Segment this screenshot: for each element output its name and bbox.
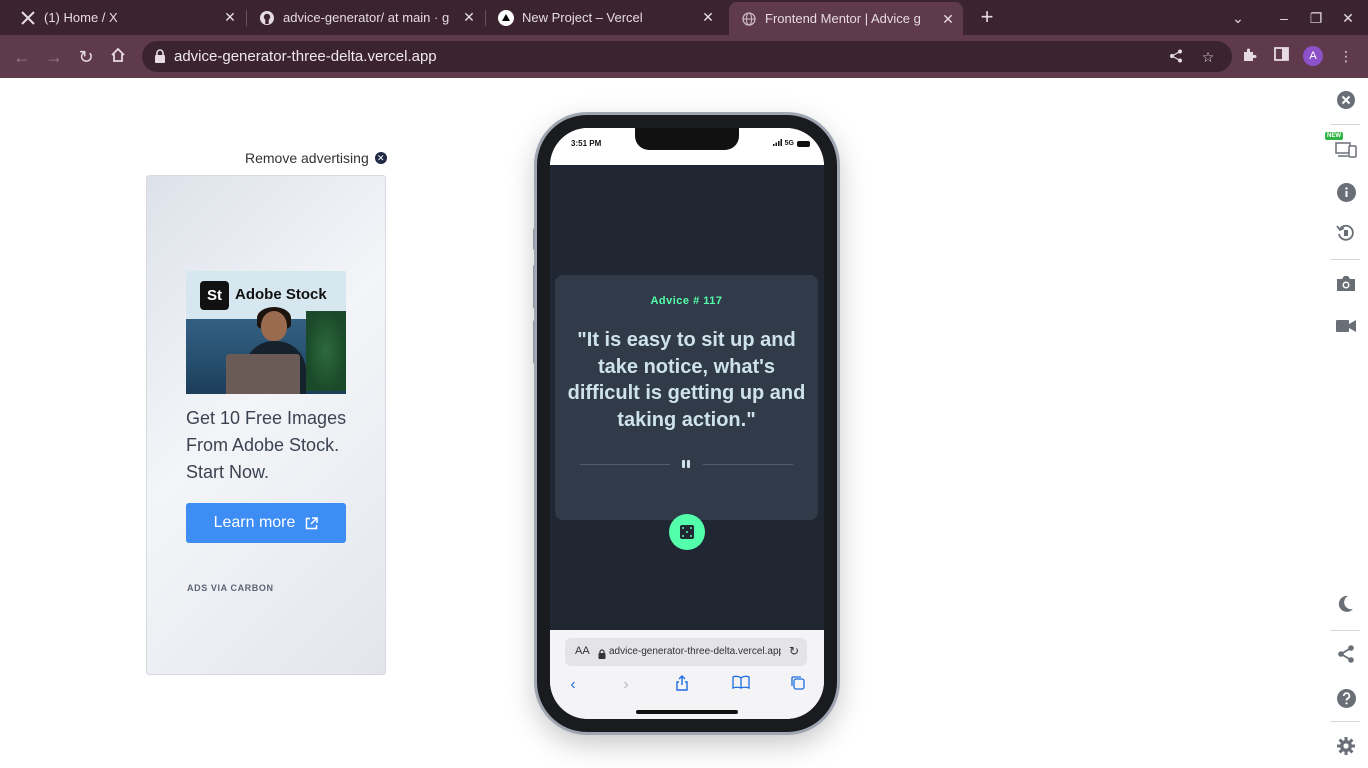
safari-bookmarks-icon[interactable] — [731, 675, 751, 695]
moon-icon[interactable] — [1335, 593, 1357, 615]
status-indicators: 5G — [772, 139, 810, 148]
safari-back-icon[interactable]: ‹ — [563, 675, 583, 695]
minimize-icon[interactable]: – — [1274, 8, 1294, 28]
phone-status-bar: 3:51 PM 5G — [550, 128, 824, 165]
rotate-icon[interactable] — [1335, 222, 1357, 244]
person-head-shape — [261, 311, 287, 341]
home-icon[interactable] — [107, 46, 129, 68]
close-tab-icon[interactable]: ✕ — [941, 12, 955, 26]
sidebar-separator — [1330, 124, 1360, 125]
extensions-icon[interactable] — [1240, 47, 1258, 65]
close-circle-icon: ✕ — [374, 152, 387, 164]
profile-avatar[interactable]: A — [1303, 46, 1323, 66]
url-text: advice-generator-three-delta.vercel.app — [174, 48, 437, 65]
tab-title: (1) Home / X — [44, 10, 118, 25]
browser-toolbar: ← → ↻ advice-generator-three-delta.verce… — [0, 35, 1368, 78]
tab-title: advice-generator/ at main · g — [283, 10, 450, 25]
vercel-icon — [498, 9, 514, 26]
advice-id: Advice # 117 — [650, 295, 723, 307]
browser-menu-icon[interactable]: ⋮ — [1337, 47, 1355, 65]
safari-tabs-icon[interactable] — [788, 675, 808, 695]
info-icon[interactable] — [1335, 181, 1357, 203]
phone-notch — [635, 128, 739, 150]
sidebar-separator — [1330, 630, 1360, 631]
camera-icon[interactable] — [1335, 272, 1357, 294]
safari-url: advice-generator-three-delta.vercel.app — [609, 646, 781, 657]
bookmark-star-icon[interactable]: ☆ — [1200, 49, 1216, 65]
reload-icon[interactable]: ↻ — [75, 46, 97, 68]
sidebar-separator — [1330, 259, 1360, 260]
divider-line-right — [703, 464, 793, 465]
tab-github[interactable]: advice-generator/ at main · g ✕ — [239, 0, 484, 35]
help-icon[interactable] — [1335, 687, 1357, 709]
globe-icon — [741, 11, 757, 27]
network-type: 5G — [784, 140, 794, 147]
advice-quote: "It is easy to sit up and take notice, w… — [567, 329, 806, 431]
back-icon[interactable]: ← — [11, 46, 33, 68]
remove-advertising-link[interactable]: Remove advertising ✕ — [245, 150, 387, 166]
share-page-icon[interactable] — [1168, 49, 1184, 65]
safari-bottom-bar: AA advice-generator-three-delta.vercel.a… — [550, 630, 824, 719]
battery-icon — [797, 140, 810, 147]
pause-icon — [687, 460, 690, 468]
dice-icon — [680, 525, 694, 539]
ads-via-carbon[interactable]: ADS VIA CARBON — [187, 583, 274, 593]
new-tab-icon[interactable]: + — [976, 6, 998, 29]
plant-shape — [306, 311, 346, 391]
learn-more-button[interactable]: Learn more — [186, 503, 346, 543]
advice-app: Advice # 117 "It is easy to sit up and t… — [550, 165, 824, 630]
ad-card[interactable]: St Adobe Stock Get 10 Free Images From A… — [146, 175, 386, 675]
signal-bars-icon — [772, 139, 782, 148]
restore-icon[interactable]: ❐ — [1306, 8, 1326, 28]
reader-aa-button[interactable]: AA — [575, 645, 590, 657]
close-icon[interactable] — [1335, 89, 1357, 111]
tab-x-home[interactable]: (1) Home / X ✕ — [0, 0, 245, 35]
lock-icon — [598, 646, 606, 659]
video-icon[interactable] — [1335, 315, 1357, 337]
safari-share-icon[interactable] — [672, 675, 692, 695]
settings-icon[interactable] — [1335, 735, 1357, 757]
safari-address-bar[interactable]: AA advice-generator-three-delta.vercel.a… — [565, 638, 807, 666]
side-panel-icon[interactable] — [1272, 47, 1290, 65]
status-time: 3:51 PM — [571, 139, 602, 148]
tab-search-icon[interactable]: ⌄ — [1228, 8, 1248, 28]
close-tab-icon[interactable]: ✕ — [223, 10, 237, 24]
tab-title: New Project – Vercel — [522, 10, 643, 25]
pause-icon — [682, 460, 685, 468]
address-bar[interactable]: advice-generator-three-delta.vercel.app … — [142, 41, 1232, 72]
tab-bar: (1) Home / X ✕ advice-generator/ at main… — [0, 0, 1368, 35]
laptop-shape — [226, 354, 300, 394]
remove-advertising-label: Remove advertising — [245, 150, 369, 166]
tab-frontend-mentor[interactable]: Frontend Mentor | Advice g ✕ — [729, 2, 963, 35]
phone-screen: 3:51 PM 5G Advice # 117 "It is easy to s… — [550, 128, 824, 719]
close-tab-icon[interactable]: ✕ — [701, 10, 715, 24]
adobe-stock-brand: Adobe Stock — [235, 286, 327, 303]
pattern-divider — [580, 459, 793, 471]
close-window-icon[interactable]: ✕ — [1338, 8, 1358, 28]
advice-card: Advice # 117 "It is easy to sit up and t… — [555, 275, 818, 520]
forward-icon[interactable]: → — [43, 46, 65, 68]
lock-icon — [154, 49, 166, 63]
tab-vercel[interactable]: New Project – Vercel ✕ — [478, 0, 723, 35]
share-icon[interactable] — [1335, 643, 1357, 665]
close-tab-icon[interactable]: ✕ — [462, 10, 476, 24]
phone-frame: 3:51 PM 5G Advice # 117 "It is easy to s… — [537, 115, 837, 732]
divider-line-left — [580, 464, 670, 465]
reload-icon[interactable]: ↻ — [789, 644, 799, 658]
github-icon — [259, 10, 275, 26]
sidebar-separator — [1330, 721, 1360, 722]
x-logo-icon — [20, 10, 36, 26]
adobe-stock-logo: St — [200, 281, 229, 310]
generate-advice-button[interactable] — [669, 514, 705, 550]
ad-headline[interactable]: Get 10 Free Images From Adobe Stock. Sta… — [186, 405, 366, 486]
tab-title: Frontend Mentor | Advice g — [765, 11, 921, 26]
responsive-devices-icon[interactable] — [1335, 138, 1357, 160]
home-indicator — [636, 710, 738, 714]
safari-forward-icon[interactable]: › — [616, 675, 636, 695]
learn-more-label: Learn more — [213, 514, 296, 531]
ad-image[interactable]: St Adobe Stock — [186, 271, 346, 394]
external-link-icon — [305, 516, 319, 530]
